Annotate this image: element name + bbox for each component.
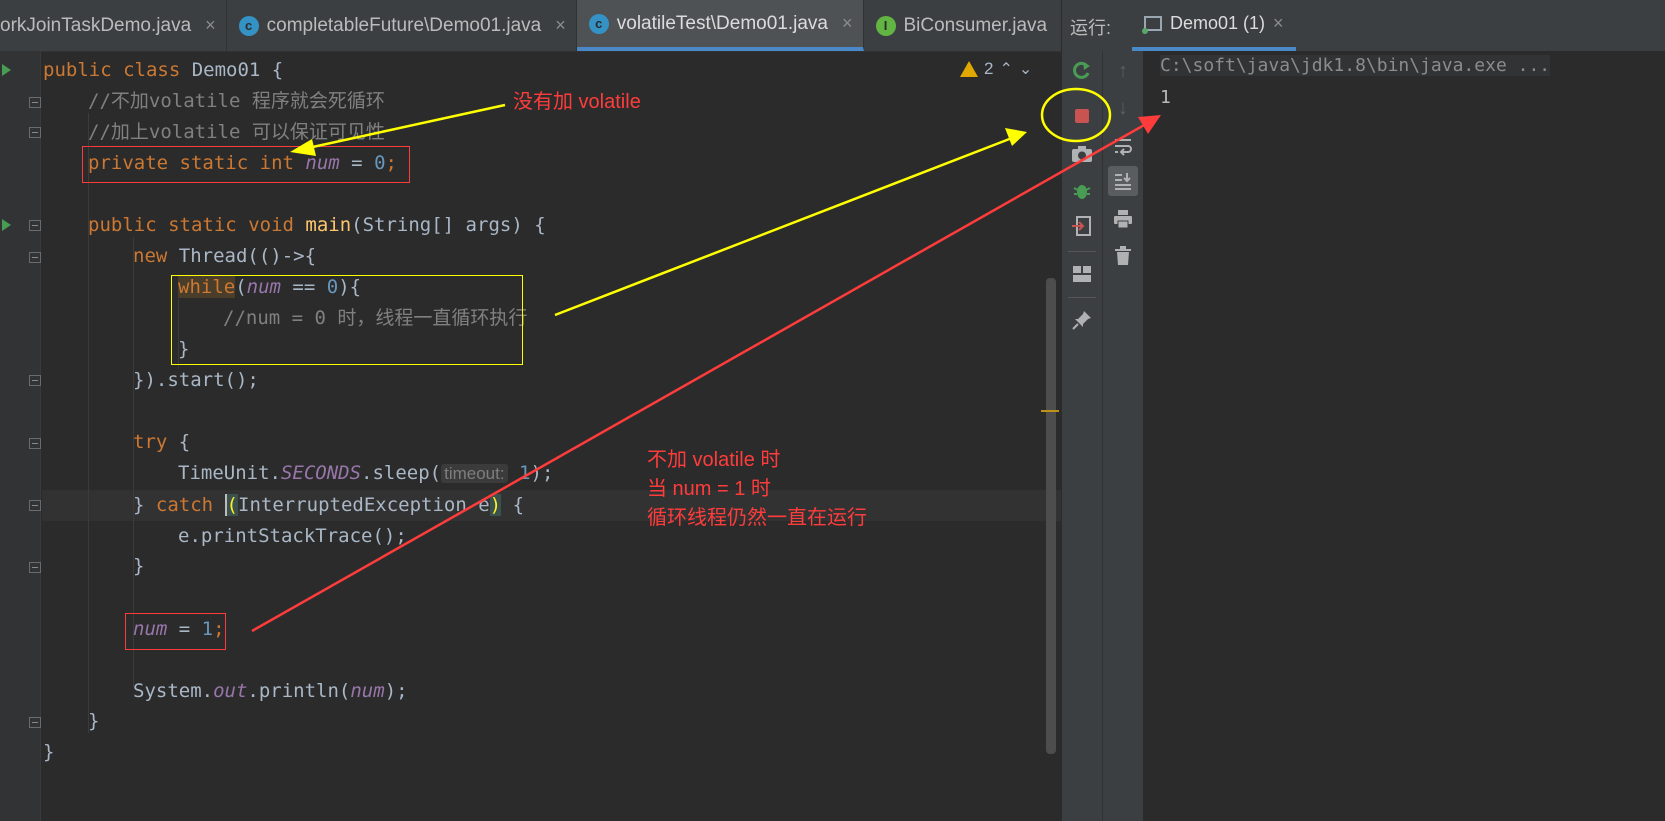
warning-count: 2 xyxy=(984,59,994,78)
java-interface-icon: I xyxy=(875,15,896,36)
tab-label: volatileTest\Demo01.java xyxy=(616,12,828,34)
annotation-box-assign xyxy=(125,613,226,650)
close-icon[interactable]: × xyxy=(842,13,853,34)
indent-guide xyxy=(88,113,89,733)
code-line-22: } xyxy=(88,710,100,732)
warning-icon xyxy=(960,61,978,77)
code-line-3: //加上volatile 可以保证可见性 xyxy=(88,121,385,143)
code-line-13: try { xyxy=(133,431,191,453)
inspection-widget[interactable]: 2 ⌃ ⌄ xyxy=(960,57,1032,81)
arrow-down-icon[interactable]: ↓ xyxy=(1108,93,1138,123)
chevron-up-icon[interactable]: ⌃ xyxy=(999,59,1012,79)
editor-gutter xyxy=(0,51,41,821)
exit-icon[interactable] xyxy=(1067,211,1097,241)
fold-icon[interactable] xyxy=(29,375,41,386)
code-line-16: e.printStackTrace(); xyxy=(178,525,407,547)
code-line-21: System.out.println(num); xyxy=(133,680,408,702)
annotation-note-line2: 当 num = 1 时 xyxy=(647,478,771,500)
fold-icon[interactable] xyxy=(29,220,41,231)
annotation-no-volatile: 没有加 volatile xyxy=(513,91,641,113)
tab-label: completableFuture\Demo01.java xyxy=(266,14,542,36)
close-icon[interactable]: × xyxy=(1273,13,1284,34)
code-line-15: } catch (InterruptedException e) { xyxy=(133,494,525,516)
run-toolbar-primary xyxy=(1061,51,1102,821)
console-output[interactable]: C:\soft\java\jdk1.8\bin\java.exe ... 1 xyxy=(1143,51,1665,821)
run-gutter-icon[interactable] xyxy=(2,64,11,76)
annotation-box-loop xyxy=(171,275,523,365)
annotation-note-line3: 循环线程仍然一直在运行 xyxy=(647,507,867,529)
run-tab-label: Demo01 (1) xyxy=(1170,13,1266,33)
tab-label: BiConsumer.java xyxy=(903,14,1048,36)
text-caret: ( xyxy=(224,494,238,516)
tab-biconsumer[interactable]: I BiConsumer.java × xyxy=(864,0,1083,51)
fold-icon[interactable] xyxy=(29,562,41,573)
layout-icon[interactable] xyxy=(1067,259,1097,289)
run-tab-demo01[interactable]: Demo01 (1) × xyxy=(1132,0,1296,51)
debug-icon[interactable] xyxy=(1067,176,1097,206)
close-icon[interactable]: × xyxy=(555,15,566,36)
console-command-line: C:\soft\java\jdk1.8\bin\java.exe ... xyxy=(1160,55,1551,76)
chevron-down-icon[interactable]: ⌄ xyxy=(1019,59,1032,79)
java-class-icon: c xyxy=(588,13,609,34)
annotation-box-field xyxy=(82,146,410,183)
code-line-17: } xyxy=(133,555,145,577)
close-icon[interactable]: × xyxy=(205,15,216,36)
rerun-icon[interactable] xyxy=(1067,56,1097,86)
run-label: 运行: xyxy=(1070,18,1112,38)
tab-volatiletest-demo01[interactable]: c volatileTest\Demo01.java × xyxy=(576,0,864,51)
toolbar-divider xyxy=(1068,251,1096,252)
fold-icon[interactable] xyxy=(29,438,41,449)
console-icon xyxy=(1142,16,1162,34)
tab-forkjointaskdemo[interactable]: orkJoinTaskDemo.java × xyxy=(0,0,227,51)
fold-icon[interactable] xyxy=(29,127,41,138)
camera-icon[interactable] xyxy=(1067,139,1097,169)
code-line-6: public static void main(String[] args) { xyxy=(88,214,546,236)
pin-icon[interactable] xyxy=(1067,305,1097,335)
console-output-line: 1 xyxy=(1160,87,1171,108)
java-class-icon: c xyxy=(238,15,259,36)
code-line-2: //不加volatile 程序就会死循环 xyxy=(88,90,385,112)
run-toolbar-secondary: ↑ ↓ xyxy=(1102,51,1143,821)
code-line-14: TimeUnit.SECONDS.sleep(timeout: 1); xyxy=(178,462,554,484)
code-line-23: } xyxy=(43,741,55,763)
tab-label: orkJoinTaskDemo.java xyxy=(0,14,192,36)
editor-tab-bar: orkJoinTaskDemo.java × c completableFutu… xyxy=(0,0,1125,52)
fold-icon[interactable] xyxy=(29,717,41,728)
annotation-note-line1: 不加 volatile 时 xyxy=(647,449,781,471)
print-icon[interactable] xyxy=(1108,204,1138,234)
code-line-11: }).start(); xyxy=(133,369,259,391)
trash-icon[interactable] xyxy=(1108,241,1138,271)
parameter-hint: timeout: xyxy=(441,464,508,483)
fold-icon[interactable] xyxy=(29,97,41,108)
run-tool-window-header: 运行: Demo01 (1) × xyxy=(1061,0,1665,52)
stop-icon[interactable] xyxy=(1067,101,1097,131)
error-stripe-mark[interactable] xyxy=(1041,410,1059,412)
arrow-up-icon[interactable]: ↑ xyxy=(1108,56,1138,86)
code-line-1: public class Demo01 { xyxy=(43,59,284,81)
run-gutter-icon[interactable] xyxy=(2,219,11,231)
soft-wrap-icon[interactable] xyxy=(1108,131,1138,161)
tab-completablefuture-demo01[interactable]: c completableFuture\Demo01.java × xyxy=(227,0,577,51)
scroll-to-end-icon[interactable] xyxy=(1108,166,1138,196)
fold-icon[interactable] xyxy=(29,252,41,263)
fold-icon[interactable] xyxy=(29,500,41,511)
code-line-7: new Thread(()->{ xyxy=(133,245,317,267)
toolbar-divider xyxy=(1068,297,1096,298)
editor-scrollbar[interactable] xyxy=(1046,278,1056,754)
